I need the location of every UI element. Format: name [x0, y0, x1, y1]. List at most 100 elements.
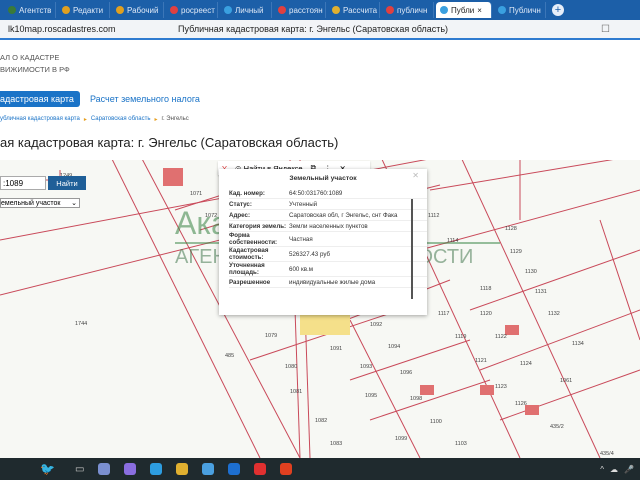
taskbar-app-icon[interactable]	[150, 463, 163, 475]
parcel-label[interactable]: 1100	[430, 419, 442, 425]
parcel-label[interactable]: 1112	[428, 213, 439, 219]
parcel-label[interactable]: 1117	[438, 311, 449, 317]
browser-tab[interactable]: росреест	[166, 2, 218, 18]
browser-tab[interactable]: Рассчита	[328, 2, 380, 18]
parcel-label[interactable]: 1061	[560, 378, 572, 384]
bookmark-icon[interactable]: ☐	[601, 24, 610, 35]
crumb-1[interactable]: убличная кадастровая карта	[0, 116, 80, 123]
parcel-label[interactable]: 1131	[535, 289, 547, 295]
mic-icon[interactable]: 🎤	[624, 465, 634, 474]
parcel-label[interactable]: 1098	[410, 396, 422, 402]
popup-row: Категория земель: Земли населенных пункто…	[229, 221, 427, 232]
tab-favicon-icon	[498, 6, 506, 14]
object-type-select[interactable]: емельный участок ⌄	[0, 198, 80, 208]
parcel-info-popup: Земельный участок ✕ Кад. номер: 64:50:031…	[219, 169, 427, 315]
parcel-label[interactable]: 1126	[515, 401, 527, 407]
building[interactable]	[420, 385, 434, 395]
parcel-label[interactable]: 1122	[495, 334, 507, 340]
field-value: Частная	[289, 235, 313, 243]
parcel-label[interactable]: 1080	[285, 364, 297, 370]
taskbar-app-icon[interactable]	[280, 463, 293, 475]
building[interactable]	[163, 168, 183, 186]
browser-tab[interactable]: Рабочий	[112, 2, 164, 18]
tray-chevron-icon[interactable]: ^	[600, 465, 604, 474]
tab-favicon-icon	[440, 6, 448, 14]
parcel-label[interactable]: 1128	[505, 226, 517, 232]
task-view-icon[interactable]: ▭	[75, 464, 84, 475]
tab-close-icon[interactable]: ×	[477, 6, 482, 15]
popup-title: Земельный участок	[289, 175, 357, 182]
parcel-label[interactable]: 1134	[572, 341, 584, 347]
parcel-label[interactable]: 435/4	[600, 451, 614, 457]
parcel-label[interactable]: 1081	[290, 389, 302, 395]
popup-row: Кад. номер: 64:50:031760:1089	[229, 188, 427, 199]
parcel-label[interactable]: 1121	[475, 358, 487, 364]
crumb-2[interactable]: Саратовская область	[91, 116, 151, 123]
popup-scrollbar[interactable]	[411, 199, 413, 299]
parcel-label[interactable]: 1120	[480, 311, 492, 317]
field-value: Земли населенных пунктов	[289, 222, 368, 230]
taskbar-app-icon[interactable]	[124, 463, 137, 475]
parcel-label[interactable]: 1072	[205, 213, 217, 219]
field-value: индивидуальные жилые дома	[289, 278, 376, 286]
tab-label: Рабочий	[127, 5, 159, 15]
main-nav: адастровая карта Расчет земельного налог…	[0, 90, 200, 108]
parcel-boundary	[349, 319, 421, 458]
browser-tab[interactable]: публичн	[382, 2, 434, 18]
parcel-label[interactable]: 1124	[520, 361, 532, 367]
taskbar-app-icon[interactable]	[228, 463, 241, 475]
browser-tab[interactable]: Публи ×	[436, 2, 492, 18]
new-tab-button[interactable]: +	[552, 4, 564, 16]
nav-land-tax[interactable]: Расчет земельного налога	[90, 94, 200, 104]
search-button[interactable]: Найти	[48, 176, 86, 190]
tab-favicon-icon	[224, 6, 232, 14]
building[interactable]	[525, 405, 539, 415]
parcel-label[interactable]: 1744	[75, 321, 87, 327]
parcel-label[interactable]: 1132	[548, 311, 560, 317]
parcel-label[interactable]: 1099	[395, 436, 407, 442]
address-bar[interactable]: lk10map.roscadastres.com Публичная кадас…	[0, 20, 640, 40]
parcel-label[interactable]: 1094	[388, 344, 400, 350]
browser-tab[interactable]: Агентств	[4, 2, 56, 18]
tab-favicon-icon	[116, 6, 124, 14]
cadastral-search-input[interactable]	[0, 176, 46, 190]
url-text[interactable]: lk10map.roscadastres.com	[8, 24, 178, 34]
parcel-label[interactable]: 1082	[315, 418, 327, 424]
tab-label: Публи	[451, 5, 475, 15]
widget-bird-icon[interactable]: 🐦	[40, 462, 55, 476]
building[interactable]	[505, 325, 519, 335]
browser-tab[interactable]: Публичн	[494, 2, 546, 18]
parcel-label[interactable]: 1103	[455, 441, 467, 447]
taskbar-app-icon[interactable]	[254, 463, 267, 475]
parcel-label[interactable]: 1092	[370, 322, 382, 328]
parcel-label[interactable]: 1123	[495, 384, 507, 390]
browser-tab[interactable]: Редакти	[58, 2, 110, 18]
parcel-label[interactable]: 1130	[525, 269, 537, 275]
field-label: Уточненная площадь:	[229, 262, 265, 276]
field-label: Адрес:	[229, 211, 251, 219]
building[interactable]	[480, 385, 494, 395]
parcel-label[interactable]: 1071	[190, 191, 202, 197]
site-name-line2: ВИЖИМОСТИ В РФ	[0, 65, 70, 74]
parcel-label[interactable]: 1095	[365, 393, 377, 399]
site-header: АЛ О КАДАСТРЕ ВИЖИМОСТИ В РФ	[0, 52, 70, 76]
parcel-label[interactable]: 1079	[265, 333, 277, 339]
taskbar-app-icon[interactable]	[98, 463, 111, 475]
browser-tab[interactable]: расстоян	[274, 2, 326, 18]
parcel-label[interactable]: 1093	[360, 364, 372, 370]
tab-label: Редакти	[73, 5, 104, 15]
popup-close-icon[interactable]: ✕	[412, 171, 419, 180]
parcel-label[interactable]: 485	[225, 353, 234, 359]
parcel-label[interactable]: 1129	[510, 249, 522, 255]
nav-cadastral-map[interactable]: адастровая карта	[0, 91, 80, 107]
parcel-label[interactable]: 1091	[330, 346, 342, 352]
parcel-label[interactable]: 1118	[480, 286, 491, 292]
parcel-label[interactable]: 1083	[330, 441, 342, 447]
taskbar-app-icon[interactable]	[176, 463, 189, 475]
parcel-label[interactable]: 435/2	[550, 424, 564, 430]
parcel-label[interactable]: 1096	[400, 370, 412, 376]
parcel-label[interactable]: 1119	[455, 334, 466, 340]
browser-tab[interactable]: Личный	[220, 2, 272, 18]
network-icon[interactable]: ☁	[610, 465, 618, 474]
taskbar-app-icon[interactable]	[202, 463, 215, 475]
